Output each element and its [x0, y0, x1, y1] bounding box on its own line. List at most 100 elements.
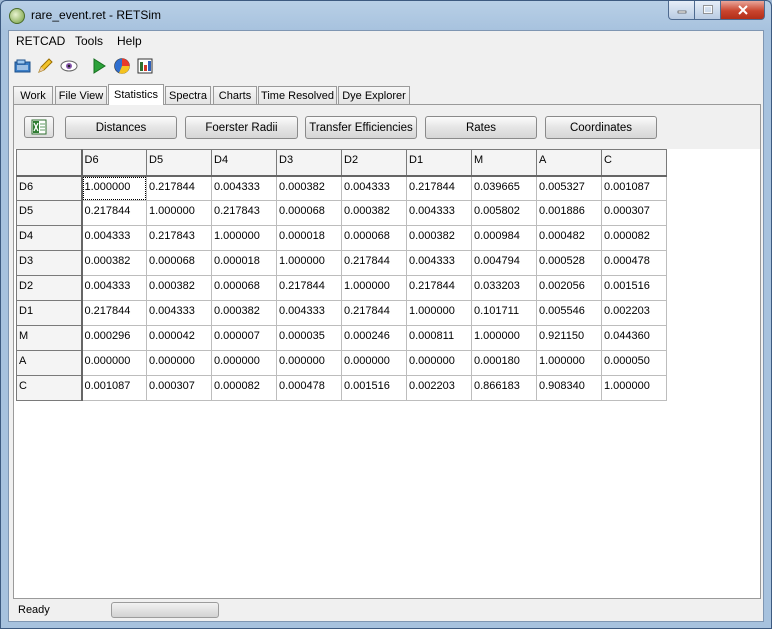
grid-cell[interactable]: 0.000382 — [211, 300, 277, 326]
grid-cell[interactable]: 0.033203 — [471, 275, 537, 301]
play-icon[interactable] — [90, 57, 108, 75]
row-header[interactable]: D5 — [16, 200, 83, 226]
open-folder-icon[interactable] — [14, 57, 32, 75]
transfer-efficiencies-button[interactable]: Transfer Efficiencies — [305, 116, 417, 139]
column-header[interactable]: D1 — [406, 149, 472, 177]
grid-cell[interactable]: 0.001087 — [81, 375, 147, 401]
grid-cell[interactable]: 0.005546 — [536, 300, 602, 326]
row-header[interactable]: C — [16, 375, 83, 401]
grid-cell[interactable]: 1.000000 — [276, 250, 342, 276]
menu-tools[interactable]: Tools — [75, 34, 103, 48]
grid-cell[interactable]: 0.000482 — [536, 225, 602, 251]
grid-cell[interactable]: 0.044360 — [601, 325, 667, 351]
grid-cell[interactable]: 0.000307 — [146, 375, 212, 401]
close-button[interactable] — [721, 1, 765, 20]
grid-cell[interactable]: 0.001886 — [536, 200, 602, 226]
app-icon[interactable] — [9, 8, 25, 24]
grid-cell[interactable]: 0.000018 — [276, 225, 342, 251]
grid-cell[interactable]: 0.004333 — [276, 300, 342, 326]
grid-cell[interactable]: 0.217844 — [406, 175, 472, 201]
grid-cell[interactable]: 0.000007 — [211, 325, 277, 351]
column-header[interactable]: C — [601, 149, 667, 177]
grid-corner[interactable] — [16, 149, 83, 177]
foerster-radii-button[interactable]: Foerster Radii — [185, 116, 298, 139]
grid-cell[interactable]: 0.000050 — [601, 350, 667, 376]
column-header[interactable]: D5 — [146, 149, 212, 177]
grid-cell[interactable]: 0.000068 — [211, 275, 277, 301]
grid-cell[interactable]: 0.217844 — [146, 175, 212, 201]
grid-cell[interactable]: 0.001087 — [601, 175, 667, 201]
grid-cell[interactable]: 0.000246 — [341, 325, 407, 351]
grid-cell[interactable]: 0.000382 — [81, 250, 147, 276]
grid-cell[interactable]: 0.217844 — [341, 250, 407, 276]
grid-cell[interactable]: 0.000082 — [601, 225, 667, 251]
coordinates-button[interactable]: Coordinates — [545, 116, 657, 139]
column-header[interactable]: M — [471, 149, 537, 177]
grid-cell[interactable]: 0.000068 — [341, 225, 407, 251]
grid-cell[interactable]: 0.004333 — [406, 250, 472, 276]
title-bar[interactable]: rare_event.ret - RETSim — [1, 1, 771, 30]
grid-cell[interactable]: 0.000478 — [601, 250, 667, 276]
grid-cell[interactable]: 0.004794 — [471, 250, 537, 276]
export-excel-button[interactable] — [24, 116, 54, 138]
pencil-icon[interactable] — [36, 57, 54, 75]
grid-cell[interactable]: 0.217844 — [341, 300, 407, 326]
grid-cell[interactable]: 0.000035 — [276, 325, 342, 351]
grid-cell[interactable]: 0.921150 — [536, 325, 602, 351]
grid-cell[interactable]: 0.866183 — [471, 375, 537, 401]
grid-cell[interactable]: 0.000478 — [276, 375, 342, 401]
grid-cell[interactable]: 0.004333 — [341, 175, 407, 201]
grid-cell[interactable]: 0.000000 — [276, 350, 342, 376]
grid-cell[interactable]: 0.002056 — [536, 275, 602, 301]
column-header[interactable]: D4 — [211, 149, 277, 177]
grid-cell[interactable]: 0.000382 — [276, 175, 342, 201]
grid-cell[interactable]: 0.217843 — [211, 200, 277, 226]
grid-cell[interactable]: 1.000000 — [146, 200, 212, 226]
grid-cell[interactable]: 0.000984 — [471, 225, 537, 251]
maximize-button[interactable] — [695, 1, 721, 20]
grid-cell[interactable]: 0.000811 — [406, 325, 472, 351]
row-header[interactable]: A — [16, 350, 83, 376]
grid-cell[interactable]: 0.000000 — [81, 350, 147, 376]
grid-cell[interactable]: 1.000000 — [471, 325, 537, 351]
eye-icon[interactable] — [60, 57, 78, 75]
column-header[interactable]: A — [536, 149, 602, 177]
grid-cell[interactable]: 0.217843 — [146, 225, 212, 251]
grid-cell[interactable]: 0.004333 — [81, 225, 147, 251]
column-header[interactable]: D6 — [81, 149, 147, 177]
tab-dye-explorer[interactable]: Dye Explorer — [338, 86, 410, 104]
row-header[interactable]: D6 — [16, 175, 83, 201]
grid-cell[interactable]: 0.000307 — [601, 200, 667, 226]
grid-cell[interactable]: 0.000296 — [81, 325, 147, 351]
grid-cell[interactable]: 1.000000 — [601, 375, 667, 401]
tab-statistics[interactable]: Statistics — [108, 84, 164, 105]
pie-chart-icon[interactable] — [113, 57, 131, 75]
grid-cell[interactable]: 0.000382 — [146, 275, 212, 301]
grid-cell[interactable]: 0.000068 — [146, 250, 212, 276]
grid-cell[interactable]: 0.000068 — [276, 200, 342, 226]
grid-cell[interactable]: 0.000528 — [536, 250, 602, 276]
grid-cell[interactable]: 0.000042 — [146, 325, 212, 351]
grid-cell[interactable]: 0.002203 — [406, 375, 472, 401]
grid-cell[interactable]: 0.001516 — [341, 375, 407, 401]
row-header[interactable]: M — [16, 325, 83, 351]
tab-file-view[interactable]: File View — [55, 86, 107, 104]
grid-cell[interactable]: 0.908340 — [536, 375, 602, 401]
grid-cell[interactable]: 0.000000 — [211, 350, 277, 376]
rates-button[interactable]: Rates — [425, 116, 537, 139]
minimize-button[interactable] — [668, 1, 695, 20]
row-header[interactable]: D4 — [16, 225, 83, 251]
grid-cell[interactable]: 0.217844 — [81, 300, 147, 326]
grid-cell[interactable]: 1.000000 — [211, 225, 277, 251]
grid-cell[interactable]: 0.005802 — [471, 200, 537, 226]
grid-cell[interactable]: 1.000000 — [536, 350, 602, 376]
row-header[interactable]: D2 — [16, 275, 83, 301]
grid-cell[interactable]: 0.004333 — [146, 300, 212, 326]
grid-cell[interactable]: 0.000000 — [341, 350, 407, 376]
grid-cell[interactable]: 0.000000 — [146, 350, 212, 376]
row-header[interactable]: D3 — [16, 250, 83, 276]
grid-cell[interactable]: 0.005327 — [536, 175, 602, 201]
grid-cell[interactable]: 1.000000 — [406, 300, 472, 326]
grid-cell[interactable]: 0.000180 — [471, 350, 537, 376]
row-header[interactable]: D1 — [16, 300, 83, 326]
